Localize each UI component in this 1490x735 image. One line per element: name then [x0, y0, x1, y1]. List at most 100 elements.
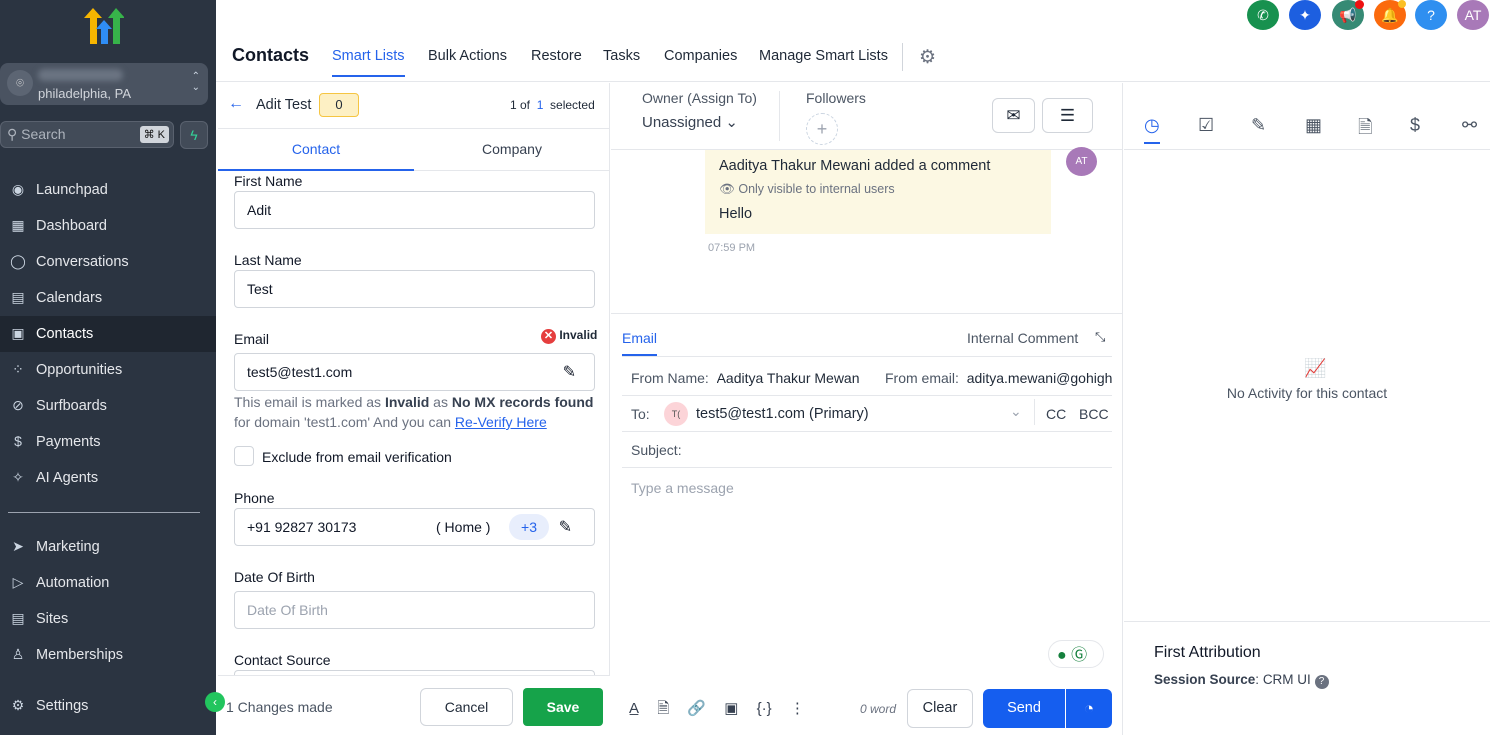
tab-company[interactable]: Company [414, 129, 610, 171]
tab-restore[interactable]: Restore [531, 48, 582, 64]
appointments-calendar-icon[interactable]: ▦ [1305, 115, 1322, 136]
sidebar-item-memberships[interactable]: ♙ Memberships [0, 637, 216, 673]
sidebar-item-conversations[interactable]: ◯ Conversations [0, 244, 216, 280]
email-status-text: Invalid [559, 328, 598, 342]
workflow-icon[interactable]: ⚯ [1462, 115, 1477, 136]
cancel-button[interactable]: Cancel [420, 688, 513, 726]
template-icon[interactable]: 🗎 [657, 700, 669, 717]
contact-details-panel: ← Adit Test 0 1 of 1 selected Contact Co… [205, 83, 610, 735]
text-format-icon[interactable]: A̲ [629, 700, 639, 717]
owner-dropdown[interactable]: Unassigned ⌄ [642, 113, 738, 131]
message-input[interactable]: Type a message [631, 480, 734, 496]
divider [622, 431, 1112, 432]
cc-button[interactable]: CC [1046, 406, 1066, 422]
email-input[interactable]: test5@test1.com ✎ [234, 353, 595, 391]
recipient-email[interactable]: test5@test1.com (Primary) [696, 406, 869, 422]
grammarly-icon[interactable]: ● Ⓖ [1048, 640, 1104, 668]
documents-icon[interactable]: 🗎 [1358, 115, 1372, 145]
opportunities-icon: ⁘ [12, 361, 24, 377]
add-follower-button[interactable]: + [806, 113, 838, 145]
back-arrow-icon[interactable]: ← [228, 95, 244, 113]
notes-pencil-icon[interactable]: ✎ [1251, 115, 1266, 136]
divider [1124, 149, 1490, 150]
tab-bulk-actions[interactable]: Bulk Actions [428, 48, 507, 64]
recipient-avatar: T( [664, 402, 688, 426]
tab-tasks[interactable]: Tasks [603, 48, 640, 64]
help-button[interactable]: ? [1415, 0, 1447, 30]
collapse-icon[interactable]: ⤡ [1095, 329, 1105, 345]
sidebar-item-calendars[interactable]: ▤ Calendars [0, 280, 216, 316]
from-email-value[interactable]: aditya.mewani@gohighlevel.com [967, 370, 1113, 386]
followers-label: Followers [806, 90, 866, 106]
sidebar-item-label: Marketing [36, 539, 100, 555]
sidebar-item-dashboard[interactable]: ▦ Dashboard [0, 208, 216, 244]
sidebar-item-sites[interactable]: ▤ Sites [0, 601, 216, 637]
session-source-label: Session Source [1154, 672, 1256, 687]
divider [1034, 399, 1035, 425]
divider [622, 395, 1112, 396]
gear-icon: ⚙ [11, 697, 25, 713]
tab-email[interactable]: Email [622, 330, 658, 356]
help-icon[interactable]: ? [1314, 675, 1329, 689]
first-name-input[interactable]: Adit [234, 191, 595, 229]
from-email-label: From email: [885, 370, 959, 386]
edit-pencil-icon[interactable]: ✎ [559, 517, 572, 537]
announcements-button[interactable]: 📢 [1332, 0, 1364, 30]
filter-button[interactable]: ☰ [1042, 98, 1093, 133]
edit-pencil-icon[interactable]: ✎ [563, 362, 576, 382]
notification-dot [1355, 0, 1364, 9]
more-phones-badge[interactable]: +3 [509, 514, 549, 540]
from-name-value[interactable]: Aaditya Thakur Mewani [717, 370, 859, 386]
dashboard-icon: ▦ [11, 217, 25, 233]
save-button[interactable]: Save [523, 688, 603, 726]
custom-values-icon[interactable]: {·} [757, 700, 772, 717]
sidebar-item-marketing[interactable]: ➤ Marketing [0, 529, 216, 565]
phone-button[interactable]: ✆ [1247, 0, 1279, 30]
tab-companies[interactable]: Companies [664, 48, 737, 64]
tab-manage-smart-lists[interactable]: Manage Smart Lists [759, 48, 888, 64]
sidebar-item-label: Calendars [36, 290, 103, 306]
reverify-link[interactable]: Re-Verify Here [455, 414, 547, 430]
search-input[interactable]: ⚲ Search ⌘ K [0, 121, 174, 148]
activity-history-icon[interactable]: ◷ [1144, 115, 1160, 144]
tab-smart-lists[interactable]: Smart Lists [332, 48, 405, 77]
notifications-bell-button[interactable]: 🔔 [1374, 0, 1406, 30]
sidebar-item-settings[interactable]: ⚙ Settings [0, 688, 216, 724]
note-invalid: Invalid [384, 394, 430, 410]
tab-internal-comment[interactable]: Internal Comment [967, 330, 1078, 346]
sidebar-item-opportunities[interactable]: ⁘ Opportunities [0, 352, 216, 388]
quick-action-button[interactable]: ϟ [180, 121, 208, 149]
link-icon[interactable]: 🔗 [687, 700, 706, 717]
sidebar-item-launchpad[interactable]: ◉ Launchpad [0, 172, 216, 208]
bcc-button[interactable]: BCC [1079, 406, 1109, 422]
email-envelope-button[interactable]: ✉ [992, 98, 1035, 133]
location-switcher[interactable]: ⌾ philadelphia, PA ⌃ ⌄ [0, 63, 208, 105]
tab-contact[interactable]: Contact [218, 129, 414, 171]
payments-dollar-icon[interactable]: $ [1410, 115, 1420, 136]
sidebar-item-surfboards[interactable]: ⊘ Surfboards [0, 388, 216, 424]
settings-gear-icon[interactable]: ⚙ [919, 46, 936, 69]
sidebar-item-ai-agents[interactable]: ✧ AI Agents [0, 460, 216, 496]
more-options-icon[interactable]: ⋮ [790, 700, 805, 717]
schedule-send-icon[interactable]: ◔ [1066, 689, 1112, 728]
tasks-checkbox-icon[interactable]: ☑ [1198, 115, 1214, 136]
automation-icon: ▷ [12, 574, 24, 590]
last-name-input[interactable]: Test [234, 270, 595, 308]
dob-input[interactable]: Date Of Birth [234, 591, 595, 629]
image-icon[interactable]: ▣ [724, 700, 738, 717]
sidebar-item-contacts[interactable]: ▣ Contacts [0, 316, 216, 352]
collapse-sidebar-button[interactable]: ‹ [205, 692, 225, 712]
clear-button[interactable]: Clear [907, 689, 973, 728]
to-label: To: [631, 406, 650, 422]
ai-sparkle-button[interactable]: ✦ [1289, 0, 1321, 30]
sidebar-item-automation[interactable]: ▷ Automation [0, 565, 216, 601]
sidebar-item-payments[interactable]: $ Payments [0, 424, 216, 460]
chevron-down-icon[interactable]: ⌄ [1010, 403, 1022, 420]
sites-icon: ▤ [11, 610, 25, 626]
note-reason: No MX records found [451, 394, 594, 410]
subject-label: Subject: [631, 442, 682, 458]
send-button[interactable]: Send [983, 689, 1065, 728]
user-avatar[interactable]: AT [1457, 0, 1489, 30]
exclude-verification-checkbox[interactable] [234, 446, 254, 466]
phone-input[interactable]: +91 92827 30173 ( Home ) +3 ✎ [234, 508, 595, 546]
